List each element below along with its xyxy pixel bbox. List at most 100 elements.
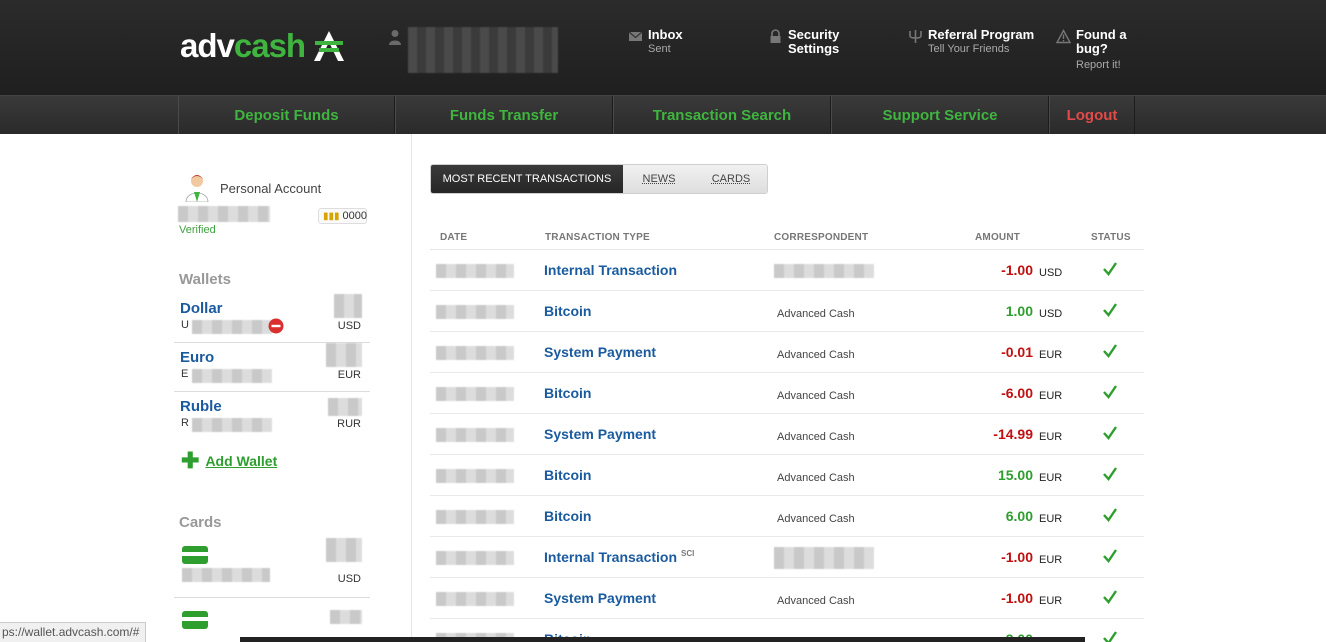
- transaction-type[interactable]: System Payment: [544, 344, 656, 360]
- date-redacted: [436, 469, 514, 483]
- date-redacted: [436, 551, 514, 565]
- level-bars-icon: ▮▮▮: [323, 210, 340, 222]
- wallet-code-prefix: R: [181, 417, 189, 429]
- inbox-sub: Sent: [648, 43, 671, 55]
- inbox-link[interactable]: Inbox Sent: [628, 28, 683, 56]
- transaction-type[interactable]: Bitcoin: [544, 303, 591, 319]
- bug-title-line1: Found a: [1076, 27, 1127, 42]
- wallet-currency: USD: [337, 320, 361, 332]
- amount: 15.00: [997, 467, 1033, 483]
- amount-currency: EUR: [1039, 513, 1063, 525]
- status-check-icon: [1103, 508, 1117, 522]
- table-row[interactable]: Bitcoin Advanced Cash 6.00 EUR: [430, 496, 1144, 537]
- status-check-icon: [1103, 344, 1117, 358]
- security-title-line2: Settings: [788, 41, 840, 56]
- column-header-correspondent: CORRESPONDENT: [774, 232, 869, 243]
- add-wallet-link[interactable]: ✚ Add Wallet: [181, 450, 277, 472]
- security-title-line1: Security: [788, 27, 840, 42]
- card-item[interactable]: USD: [174, 538, 370, 598]
- date-redacted: [436, 428, 514, 442]
- status-check-icon: [1103, 262, 1117, 276]
- menu-transaction-search[interactable]: Transaction Search: [613, 96, 831, 134]
- table-header: DATE TRANSACTION TYPE CORRESPONDENT AMOU…: [430, 226, 1144, 250]
- table-row[interactable]: System Payment Advanced Cash -1.00 EUR: [430, 578, 1144, 619]
- menu-logout[interactable]: Logout: [1049, 96, 1135, 134]
- table-row[interactable]: Bitcoin Advanced Cash 1.00 USD: [430, 291, 1144, 332]
- amount: 6.00: [1005, 508, 1033, 524]
- inbox-title: Inbox: [648, 27, 683, 42]
- transaction-type[interactable]: System Payment: [544, 426, 656, 442]
- status-check-icon: [1103, 549, 1117, 563]
- wallet-name[interactable]: Euro: [180, 349, 214, 366]
- amount-currency: EUR: [1039, 595, 1063, 607]
- bottom-divider: [240, 637, 1085, 642]
- amount-currency: EUR: [1039, 472, 1063, 484]
- transaction-type[interactable]: Bitcoin: [544, 467, 591, 483]
- amount: -0.01: [1001, 344, 1033, 360]
- tab-news[interactable]: NEWS: [623, 165, 695, 193]
- transaction-type[interactable]: Internal Transaction: [544, 262, 677, 278]
- wallet-balance-redacted: [326, 343, 362, 367]
- menu-funds-transfer[interactable]: Funds Transfer: [395, 96, 613, 134]
- content-tabs: MOST RECENT TRANSACTIONS NEWS CARDS: [430, 164, 768, 194]
- menu-support-service[interactable]: Support Service: [831, 96, 1049, 134]
- table-row[interactable]: Internal Transaction SCI -1.00 EUR: [430, 537, 1144, 578]
- transaction-type[interactable]: Internal Transaction SCI: [544, 549, 694, 565]
- account-id-redacted: [178, 206, 270, 222]
- table-row[interactable]: Bitcoin Advanced Cash 15.00 EUR: [430, 455, 1144, 496]
- card-balance-redacted: [326, 538, 362, 562]
- user-info[interactable]: [388, 27, 558, 73]
- table-row[interactable]: System Payment Advanced Cash -14.99 EUR: [430, 414, 1144, 455]
- remove-circle-icon[interactable]: [268, 318, 284, 334]
- wallet-euro[interactable]: Euro E EUR: [174, 343, 370, 392]
- status-check-icon: [1103, 385, 1117, 399]
- correspondent: Advanced Cash: [777, 431, 855, 443]
- wallet-currency: EUR: [337, 369, 361, 381]
- card-balance-redacted: [330, 610, 362, 624]
- tab-most-recent-transactions[interactable]: MOST RECENT TRANSACTIONS: [431, 165, 623, 193]
- referral-program-link[interactable]: Referral Program Tell Your Friends: [908, 28, 1034, 56]
- amount: -6.00: [1001, 385, 1033, 401]
- sidebar: Personal Account ▮▮▮ 0000 Verified Walle…: [174, 134, 412, 642]
- wallet-code-redacted: [192, 418, 272, 432]
- user-icon: [389, 30, 401, 45]
- wallet-dollar[interactable]: Dollar U USD: [174, 294, 370, 343]
- trident-icon: [909, 30, 922, 43]
- card-icon: [182, 546, 208, 564]
- menu-deposit-funds[interactable]: Deposit Funds: [178, 96, 395, 134]
- correspondent: Advanced Cash: [777, 595, 855, 607]
- wallet-name[interactable]: Dollar: [180, 300, 223, 317]
- date-redacted: [436, 592, 514, 606]
- wallet-ruble[interactable]: Ruble R RUR: [174, 392, 370, 441]
- wallet-name[interactable]: Ruble: [180, 398, 222, 415]
- transaction-type[interactable]: Bitcoin: [544, 385, 591, 401]
- tab-cards[interactable]: CARDS: [695, 165, 767, 193]
- column-header-transaction-type: TRANSACTION TYPE: [545, 232, 650, 243]
- card-item[interactable]: [174, 599, 370, 642]
- sci-marker: SCI: [681, 549, 695, 559]
- transaction-type-label: Bitcoin: [544, 385, 592, 401]
- transaction-type-label: Bitcoin: [544, 508, 592, 524]
- transaction-type[interactable]: Bitcoin: [544, 508, 591, 524]
- report-bug-link[interactable]: Found a bug? Report it!: [1056, 28, 1127, 72]
- correspondent-redacted: [774, 264, 874, 278]
- transaction-type-label: Bitcoin: [544, 303, 592, 319]
- wallet-code-prefix: E: [181, 368, 189, 380]
- transactions-table: DATE TRANSACTION TYPE CORRESPONDENT AMOU…: [430, 226, 1144, 642]
- date-redacted: [436, 305, 514, 319]
- table-row[interactable]: System Payment Advanced Cash -0.01 EUR: [430, 332, 1144, 373]
- amount: -1.00: [1001, 549, 1033, 565]
- wallet-code-prefix: U: [181, 319, 189, 331]
- table-row[interactable]: Bitcoin Advanced Cash -6.00 EUR: [430, 373, 1144, 414]
- security-settings-link[interactable]: Security Settings: [768, 28, 839, 56]
- account-level-badge[interactable]: ▮▮▮ 0000: [318, 208, 367, 224]
- card-currency: USD: [337, 573, 361, 585]
- amount-currency: USD: [1039, 308, 1063, 320]
- table-row[interactable]: Internal Transaction -1.00 USD: [430, 250, 1144, 291]
- transaction-type[interactable]: System Payment: [544, 590, 656, 606]
- account-type-label: Personal Account: [220, 181, 322, 196]
- transaction-type-label: Bitcoin: [544, 467, 592, 483]
- date-redacted: [436, 510, 514, 524]
- avatar[interactable]: [184, 172, 210, 202]
- advcash-logo[interactable]: advcash: [180, 26, 347, 66]
